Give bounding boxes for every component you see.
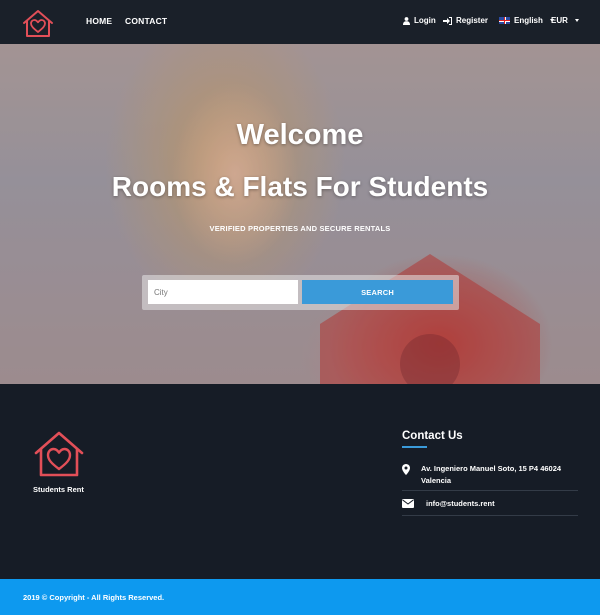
- hero-overlay: [0, 44, 600, 384]
- register-link[interactable]: Register: [443, 16, 488, 25]
- footer: Students Rent Contact Us Av. Ingeniero M…: [0, 384, 600, 579]
- currency-dropdown[interactable]: EUR: [551, 16, 579, 25]
- user-icon: [403, 16, 410, 25]
- language-label: English: [514, 16, 543, 25]
- search-button[interactable]: SEARCH: [302, 280, 453, 304]
- house-heart-logo-icon[interactable]: [22, 9, 54, 38]
- contact-title-underline: [402, 446, 427, 448]
- login-link[interactable]: Login: [403, 16, 436, 25]
- login-label: Login: [414, 16, 436, 25]
- copyright-text: 2019 © Copyright - All Rights Reserved.: [23, 593, 165, 602]
- currency-label: EUR: [551, 16, 568, 25]
- nav-home-link[interactable]: HOME: [86, 16, 112, 26]
- hero-subtitle: VERIFIED PROPERTIES AND SECURE RENTALS: [209, 224, 391, 233]
- contact-email[interactable]: info@students.rent: [426, 498, 495, 510]
- contact-email-row: info@students.rent: [402, 495, 578, 516]
- house-heart-logo-icon: [34, 431, 84, 477]
- nav-contact-link[interactable]: CONTACT: [125, 16, 167, 26]
- language-dropdown[interactable]: English: [499, 16, 554, 25]
- footer-brand-name: Students Rent: [33, 485, 84, 494]
- copyright-bar: 2019 © Copyright - All Rights Reserved.: [0, 579, 600, 615]
- contact-address: Av. Ingeniero Manuel Soto, 15 P4 46024 V…: [421, 464, 562, 485]
- top-navbar: HOME CONTACT Login Register English EUR: [0, 0, 600, 44]
- hero-welcome-heading: Welcome: [236, 119, 364, 151]
- contact-address-row: Av. Ingeniero Manuel Soto, 15 P4 46024 V…: [402, 462, 578, 491]
- contact-title: Contact Us: [402, 430, 463, 442]
- register-label: Register: [456, 16, 489, 25]
- sign-in-icon: [443, 16, 452, 25]
- search-form: SEARCH: [142, 275, 459, 310]
- uk-flag-icon: [499, 17, 510, 24]
- chevron-down-icon: [574, 19, 579, 22]
- city-search-input[interactable]: [148, 280, 298, 304]
- hero-title: Rooms & Flats For Students: [111, 171, 489, 202]
- envelope-icon: [402, 499, 414, 508]
- map-marker-icon: [402, 464, 410, 475]
- hero-section: Welcome Rooms & Flats For Students VERIF…: [0, 44, 600, 384]
